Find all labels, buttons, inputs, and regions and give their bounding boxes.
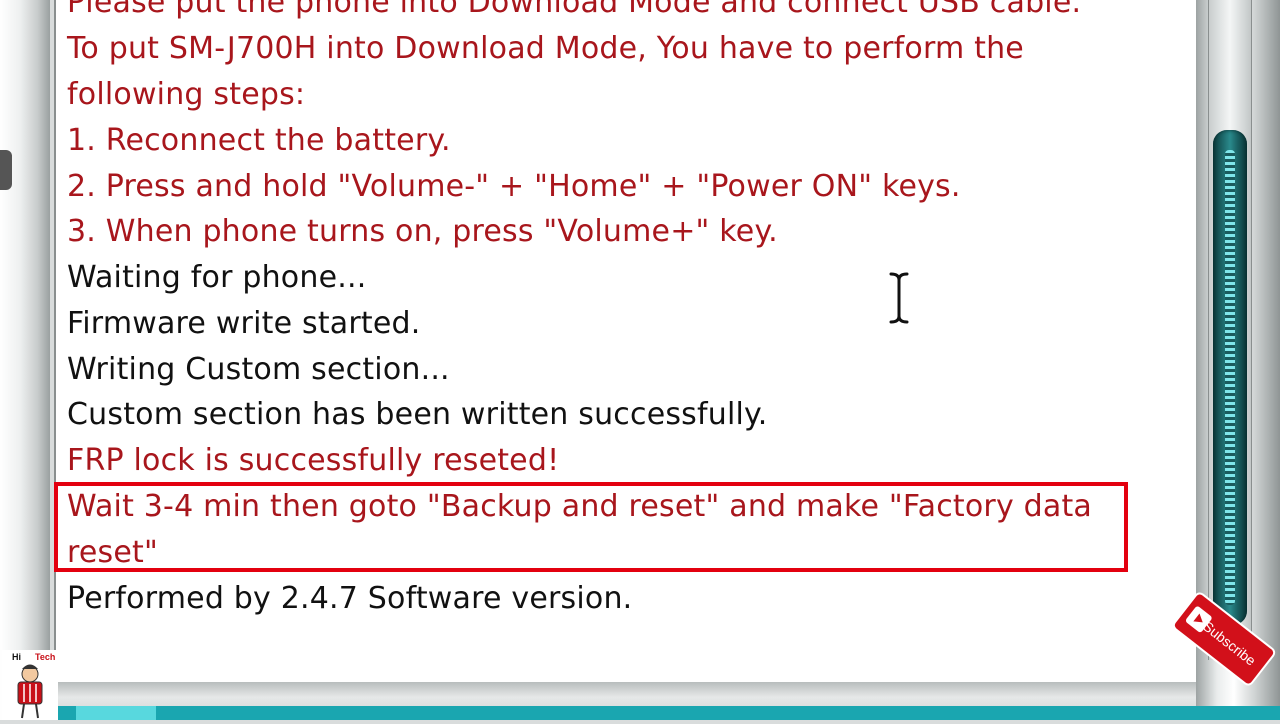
- channel-logo-text: Hi Tech: [12, 652, 56, 662]
- log-line: following steps:: [67, 77, 306, 112]
- bottom-accent-strip: [58, 706, 1280, 720]
- scrollbar-grip-icon: [1225, 150, 1235, 605]
- log-line: 1. Reconnect the battery.: [67, 123, 451, 158]
- log-line: 2. Press and hold "Volume-" + "Home" + "…: [67, 169, 961, 204]
- scrollbar-track[interactable]: [1208, 0, 1252, 660]
- log-line: Performed by 2.4.7 Software version.: [67, 581, 633, 616]
- log-line: To put SM-J700H into Download Mode, You …: [67, 31, 1024, 66]
- log-line: Please put the phone into Download Mode …: [67, 0, 1082, 20]
- text-cursor-icon: [888, 271, 910, 325]
- log-line: Firmware write started.: [67, 306, 421, 341]
- left-window-edge: [0, 0, 50, 720]
- log-output-panel[interactable]: Please put the phone into Download Mode …: [54, 0, 1196, 682]
- log-line: Waiting for phone...: [67, 260, 367, 295]
- channel-logo: Hi Tech: [2, 650, 58, 720]
- scrollbar-thumb[interactable]: [1213, 130, 1247, 625]
- log-line: Custom section has been written successf…: [67, 397, 768, 432]
- highlight-annotation-box: [54, 482, 1128, 572]
- bottom-accent-highlight: [76, 706, 156, 720]
- log-line: FRP lock is successfully reseted!: [67, 443, 560, 478]
- log-line: 3. When phone turns on, press "Volume+" …: [67, 214, 778, 249]
- log-line: Writing Custom section...: [67, 352, 450, 387]
- window-edge-notch: [0, 150, 12, 190]
